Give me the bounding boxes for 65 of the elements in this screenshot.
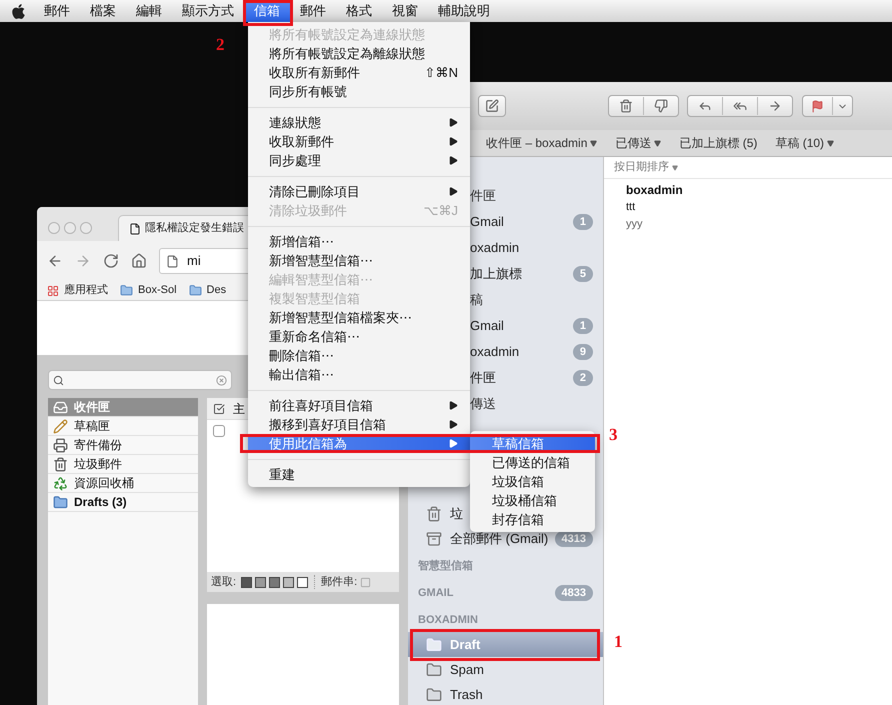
menu-item-label: 新增智慧型信箱檔案夾⋯ [269,308,412,327]
mailbox-label: oxadmin [470,343,520,362]
menu-item-label: 新增智慧型信箱⋯ [269,252,373,270]
mailbox-label: 全部郵件 (Gmail) [450,530,548,548]
folder-label: Drafts (3) [74,494,127,511]
bookmark-label: Des [206,283,226,298]
menu-item-label: 將所有帳號設定為連線狀態 [269,26,425,44]
folder-label: 收件匣 [74,399,110,416]
mailbox-label: 垃 [450,504,463,523]
menu-item-label: 收取新郵件 [269,132,334,151]
message-subject: ttt [626,200,636,215]
mailbox-label: Draft [450,636,480,654]
mailbox-label: 件匣 [470,369,496,388]
mailbox-label: Gmail [470,317,504,336]
menu-item-label: 將所有帳號設定為離線狀態 [269,44,425,63]
mailbox-label: 加上旗標 [470,265,522,284]
menu-item-label: 編輯智慧型信箱⋯ [269,270,373,289]
tab-title: 隱私權設定發生錯誤 [145,220,244,236]
menu-item-label: 收取所有新郵件 [269,64,360,82]
menu-item-label: 輸出信箱⋯ [269,366,334,384]
mailbox-label: Spam [450,660,484,679]
mailbox-label: oxadmin [470,239,520,258]
count-badge: 2 [572,370,593,386]
column-header: 主 [233,400,245,418]
folder-label: 寄件備份 [74,437,122,454]
count-badge: 4833 [554,585,593,601]
message-preview: yyy [626,217,644,232]
count-badge: 1 [572,318,593,334]
mailbox-label: 件匣 [470,187,496,206]
mailbox-label: 傳送 [470,395,496,414]
select-label: 選取: [211,574,236,590]
menu-item-label: 使用此信箱為 [269,434,347,453]
address-text: mi [187,252,201,270]
keyboard-shortcut: ⌥⌘J [424,202,458,220]
menu-item-label: 複製智慧型信箱 [269,290,360,308]
thread-label: 郵件串: [321,574,358,590]
mailbox-label: Trash [450,686,483,704]
menu-item-label: 清除已刪除項目 [269,182,360,201]
menu-item-label: 搬移到喜好項目信箱 [269,416,386,434]
menu-item-label: 清除垃圾郵件 [269,202,347,220]
step-number: 1 [614,631,622,653]
menu-item-label: 前往喜好項目信箱 [269,396,373,415]
step-number: 3 [609,424,618,446]
count-badge: 1 [572,214,593,230]
menu-item-label: 連線狀態 [269,114,321,132]
mailbox-label: 智慧型信箱 [418,558,473,574]
folder-label: 垃圾郵件 [74,456,122,473]
menu-item-label: 刪除信箱⋯ [269,346,334,365]
mailbox-label: Gmail [470,213,504,232]
menu-item-label: 重新命名信箱⋯ [269,328,360,346]
count-badge: 5 [572,266,593,282]
bookmark-label: Box-Sol [138,283,177,298]
mailbox-label: 稿 [470,291,483,310]
menu-item-label: 同步處理 [269,152,321,170]
keyboard-shortcut: ⇧⌘N [424,64,458,82]
mailbox-label: GMAIL [418,586,454,600]
folder-label: 草稿匣 [74,418,110,435]
folder-label: 資源回收桶 [74,475,134,492]
menu-item-label: 新增信箱⋯ [269,232,334,251]
bookmark-label: 應用程式 [64,282,108,298]
menu-item-label: 重建 [269,466,295,484]
menu-item-label: 同步所有帳號 [269,82,347,101]
step-number: 2 [216,34,224,56]
mailbox-label: BOXADMIN [418,612,478,628]
count-badge: 9 [572,344,593,360]
